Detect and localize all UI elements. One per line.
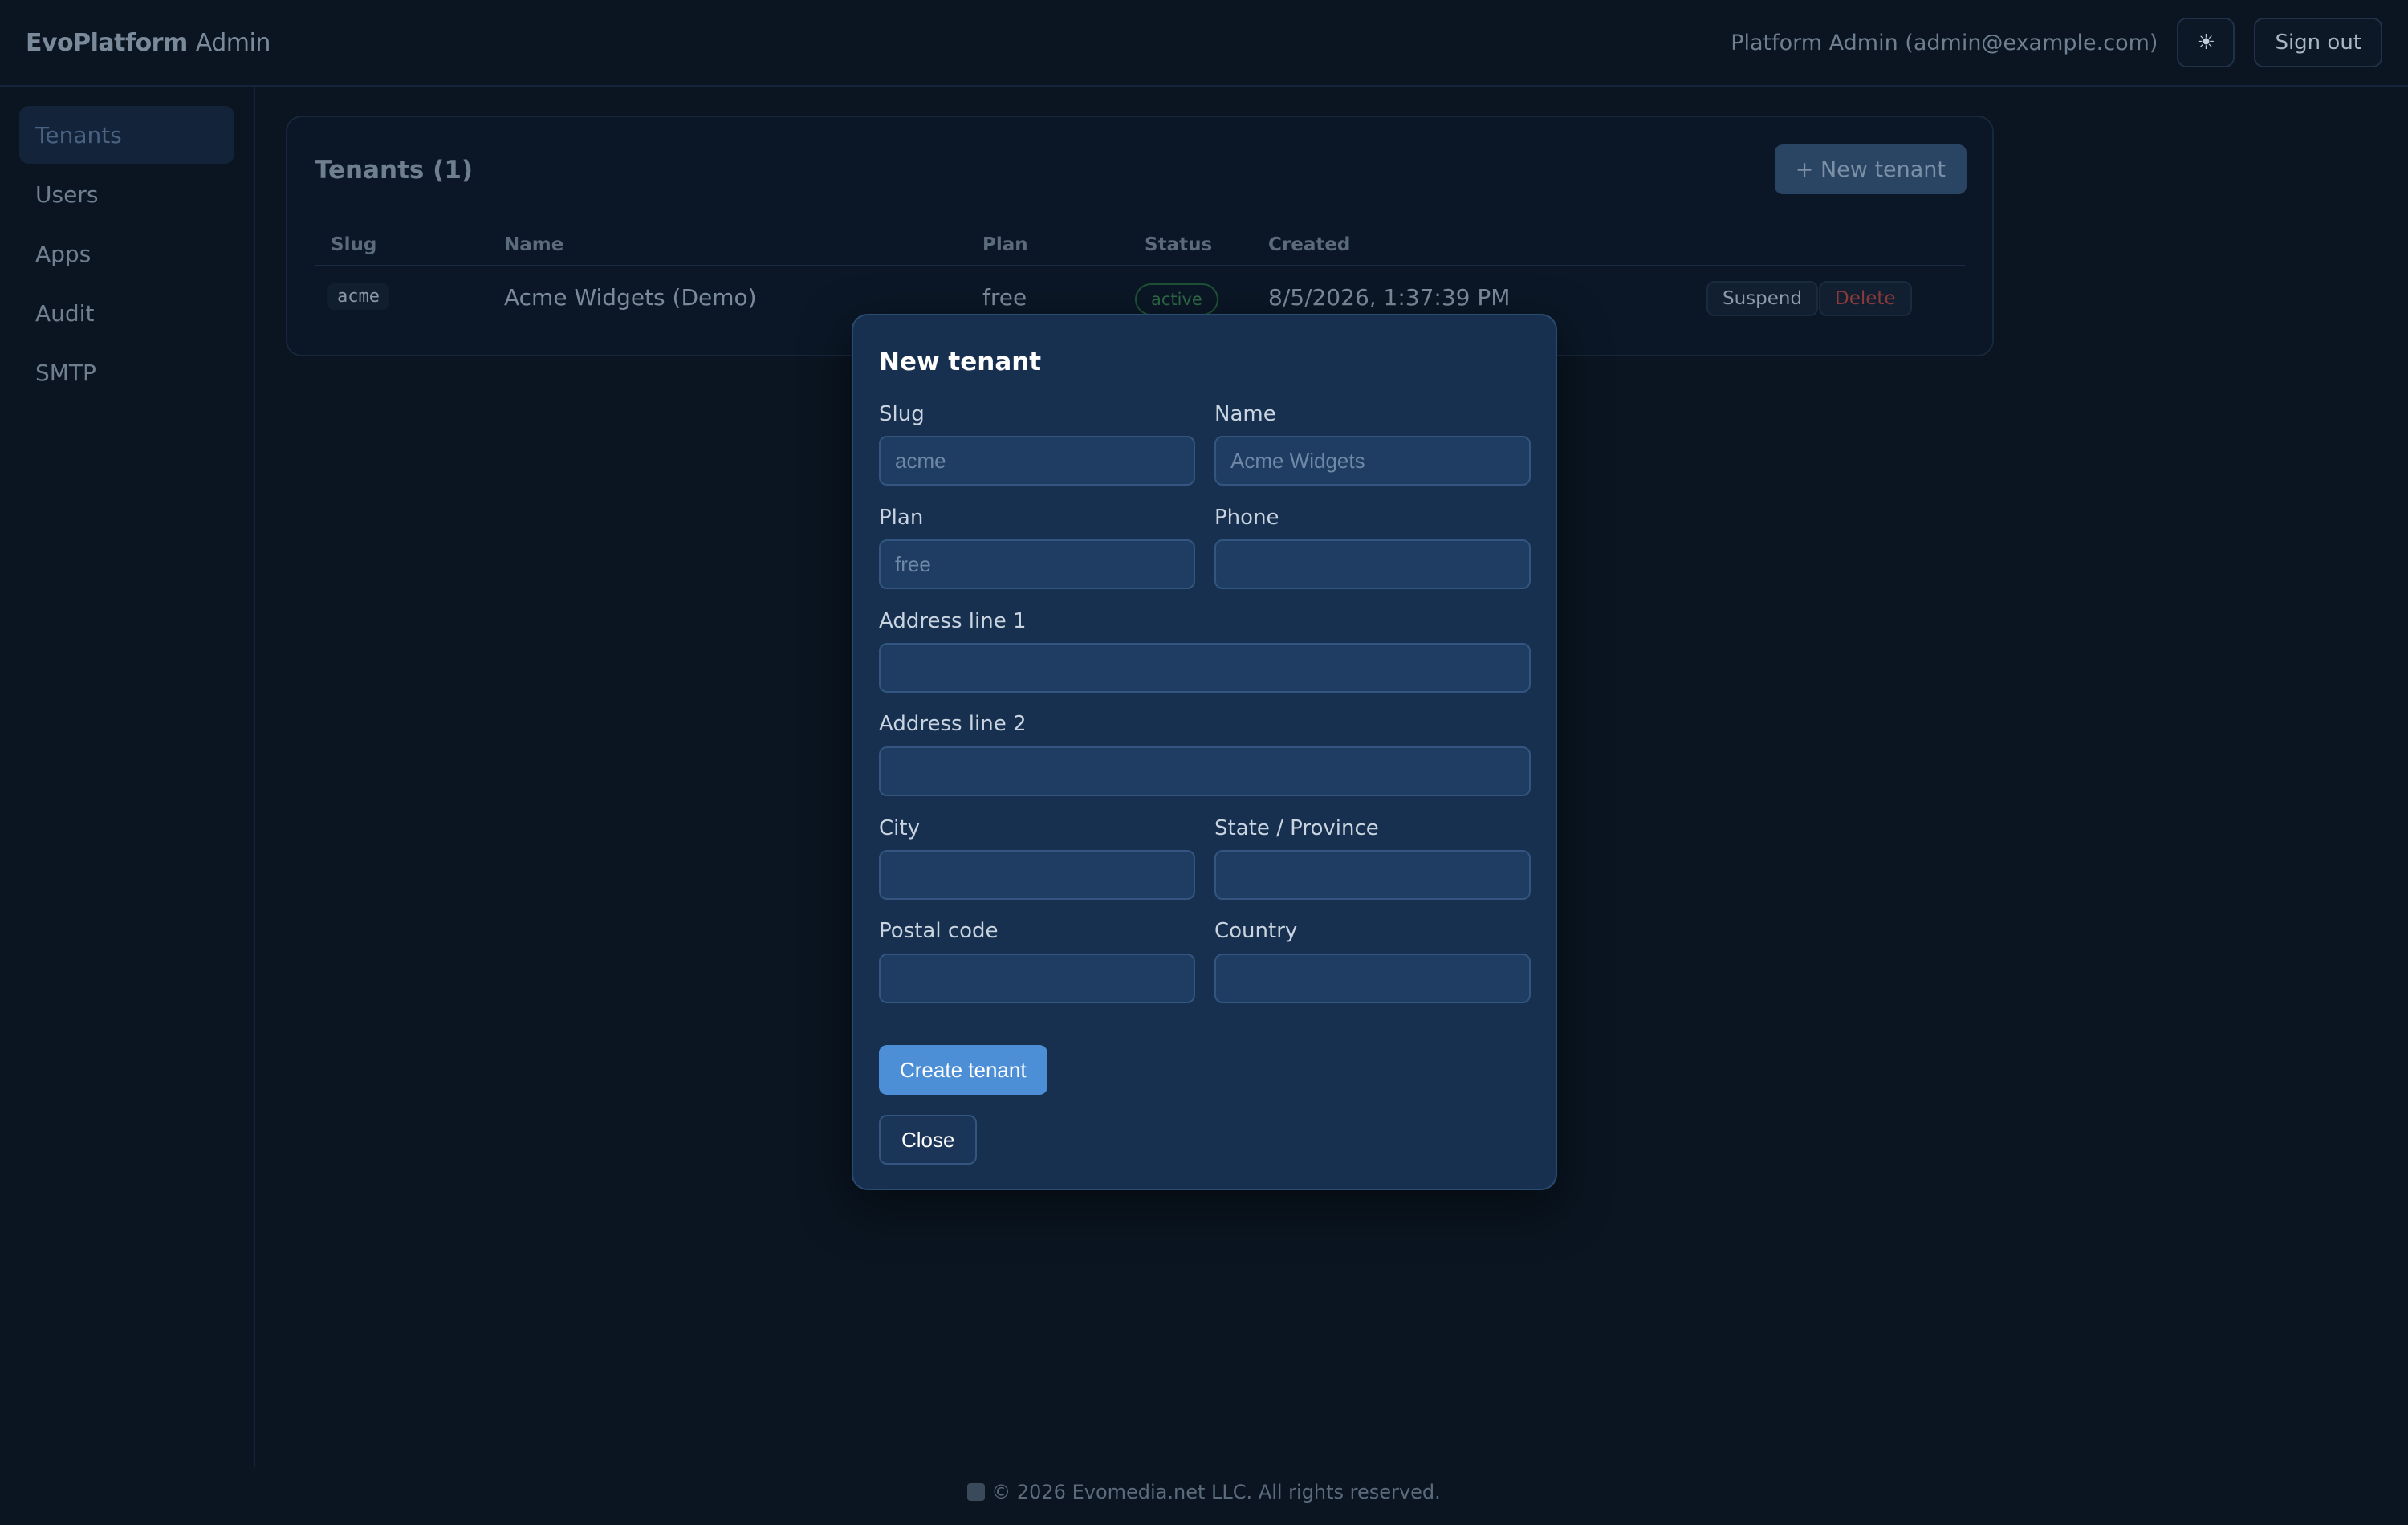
- sidebar-item-label: Users: [35, 181, 99, 208]
- delete-button[interactable]: Delete: [1819, 281, 1912, 316]
- column-header-status[interactable]: Status: [1145, 234, 1212, 255]
- tenant-created: 8/5/2026, 1:37:39 PM: [1268, 284, 1511, 311]
- sidebar-item-audit[interactable]: Audit: [19, 284, 234, 342]
- sidebar-item-label: SMTP: [35, 359, 96, 386]
- tenant-plan: free: [982, 284, 1027, 311]
- sidebar-item-label: Tenants: [35, 121, 122, 148]
- column-header-created[interactable]: Created: [1268, 234, 1350, 255]
- sidebar-item-users[interactable]: Users: [19, 165, 234, 223]
- city-label: City: [879, 816, 920, 840]
- postal-code-label: Postal code: [879, 919, 999, 943]
- plan-input[interactable]: [879, 539, 1195, 589]
- page-title: Tenants (1): [315, 156, 474, 185]
- name-label: Name: [1214, 402, 1276, 426]
- phone-label: Phone: [1214, 506, 1279, 530]
- sun-icon: ☀: [2196, 31, 2216, 55]
- sidebar: Tenants Users Apps Audit SMTP: [0, 87, 255, 1467]
- tenant-name: Acme Widgets (Demo): [504, 284, 757, 311]
- top-bar: EvoPlatform Admin Platform Admin (admin@e…: [0, 0, 2408, 87]
- new-tenant-modal: New tenant Slug Name Plan Phone Address …: [852, 314, 1557, 1190]
- column-header-plan[interactable]: Plan: [982, 234, 1028, 255]
- name-input[interactable]: [1214, 436, 1531, 486]
- footer-text: © 2026 Evomedia.net LLC. All rights rese…: [991, 1481, 1441, 1503]
- sidebar-item-smtp[interactable]: SMTP: [19, 344, 234, 401]
- country-label: Country: [1214, 919, 1298, 943]
- column-header-name[interactable]: Name: [504, 234, 563, 255]
- address-line-1-label: Address line 1: [879, 609, 1027, 633]
- state-label: State / Province: [1214, 816, 1379, 840]
- close-button[interactable]: Close: [879, 1115, 978, 1165]
- sidebar-item-label: Apps: [35, 240, 92, 267]
- tenant-slug: acme: [327, 283, 389, 310]
- brand-logo: EvoPlatform Admin: [26, 29, 270, 57]
- address-line-2-label: Address line 2: [879, 712, 1027, 736]
- sidebar-item-label: Audit: [35, 299, 95, 327]
- state-input[interactable]: [1214, 850, 1531, 900]
- company-logo-icon: [967, 1483, 986, 1501]
- brand-sub: Admin: [195, 28, 271, 57]
- brand-name: EvoPlatform: [26, 28, 188, 57]
- plan-label: Plan: [879, 506, 924, 530]
- suspend-button[interactable]: Suspend: [1706, 281, 1819, 316]
- sidebar-item-apps[interactable]: Apps: [19, 225, 234, 283]
- user-identity: Platform Admin (admin@example.com): [1731, 30, 2158, 55]
- slug-input[interactable]: [879, 436, 1195, 486]
- address-line-1-input[interactable]: [879, 643, 1531, 693]
- sidebar-item-tenants[interactable]: Tenants: [19, 106, 234, 164]
- city-input[interactable]: [879, 850, 1195, 900]
- address-line-2-input[interactable]: [879, 746, 1531, 796]
- postal-code-input[interactable]: [879, 954, 1195, 1003]
- footer: © 2026 Evomedia.net LLC. All rights rese…: [0, 1481, 2408, 1503]
- new-tenant-button[interactable]: + New tenant: [1774, 144, 1967, 194]
- phone-input[interactable]: [1214, 539, 1531, 589]
- create-tenant-button[interactable]: Create tenant: [879, 1045, 1047, 1095]
- modal-title: New tenant: [879, 348, 1042, 376]
- country-input[interactable]: [1214, 954, 1531, 1003]
- sign-out-button[interactable]: Sign out: [2254, 18, 2382, 67]
- column-header-slug[interactable]: Slug: [331, 234, 376, 255]
- theme-toggle-button[interactable]: ☀: [2177, 18, 2235, 67]
- slug-label: Slug: [879, 402, 925, 426]
- status-badge: active: [1135, 283, 1218, 315]
